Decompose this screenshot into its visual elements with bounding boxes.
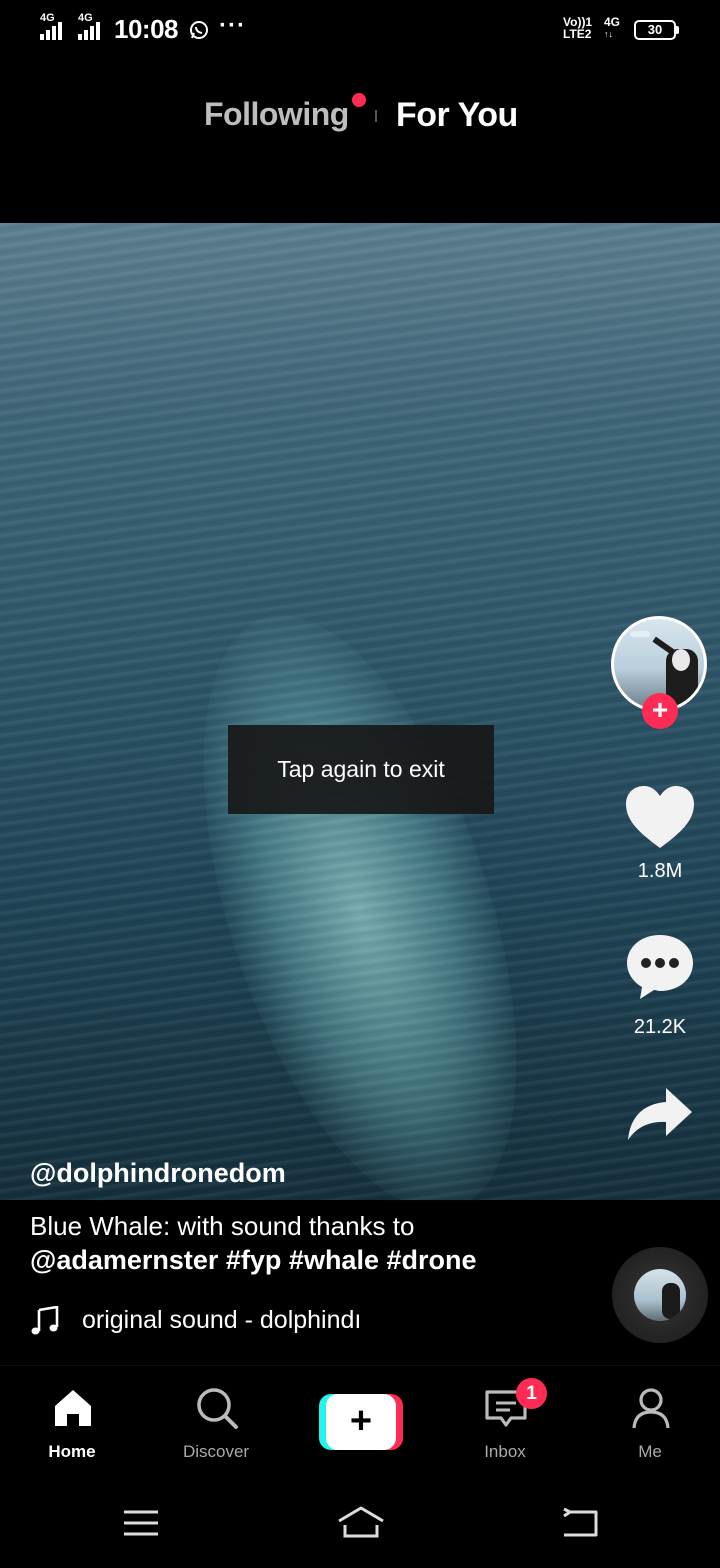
sound-disc[interactable]	[612, 1247, 708, 1343]
nav-me-label: Me	[638, 1442, 662, 1461]
sound-disc-person	[662, 1283, 680, 1319]
signal-icon: 4G	[40, 12, 62, 40]
creator-username[interactable]: @dolphindronedom	[30, 1158, 286, 1189]
nav-discover[interactable]: Discover	[161, 1366, 271, 1478]
nav-inbox-label: Inbox	[484, 1442, 526, 1461]
music-note-icon	[31, 1306, 59, 1335]
follow-button[interactable]: +	[642, 693, 678, 729]
clock: 10:08	[114, 14, 179, 44]
sim2-label: 4G	[78, 12, 93, 24]
tab-following[interactable]: Following	[204, 96, 349, 133]
share-icon[interactable]	[626, 1086, 694, 1144]
home-button-icon[interactable]	[336, 1505, 386, 1539]
network-type: 4G	[604, 15, 621, 29]
nav-home-label: Home	[48, 1442, 96, 1461]
comment-icon[interactable]	[624, 932, 696, 1002]
network-indicator: 4G ↑↓	[604, 16, 620, 40]
tab-for-you[interactable]: For You	[396, 96, 518, 135]
like-count: 1.8M	[637, 860, 683, 882]
video-player[interactable]	[0, 223, 720, 1200]
volte-indicator: Vo))1 LTE2	[563, 16, 592, 40]
caption-text: Blue Whale: with sound thanks to	[30, 1211, 415, 1241]
create-button[interactable]: +	[319, 1394, 403, 1450]
nav-discover-label: Discover	[182, 1442, 250, 1461]
nav-home[interactable]: Home	[17, 1366, 127, 1478]
volte-line2: LTE2	[563, 27, 592, 41]
drone-image	[630, 631, 650, 637]
search-icon	[197, 1388, 238, 1429]
data-arrows: ↑↓	[604, 29, 613, 39]
more-notifications-icon: ···	[219, 12, 246, 39]
tab-divider	[375, 110, 377, 122]
heart-icon[interactable]	[624, 784, 696, 850]
whatsapp-icon	[190, 21, 208, 39]
sound-name[interactable]: original sound - dolphindı	[82, 1306, 392, 1335]
sim1-label: 4G	[40, 12, 55, 24]
plus-icon: +	[349, 1400, 373, 1442]
signal-icon: 4G	[78, 12, 100, 40]
comment-count: 21.2K	[633, 1016, 687, 1038]
toast-message: Tap again to exit	[228, 725, 494, 814]
battery-icon: 30	[634, 20, 676, 40]
nav-me[interactable]: Me	[595, 1366, 705, 1478]
avatar-head	[672, 649, 690, 671]
battery-tip	[676, 26, 679, 34]
caption-tags[interactable]: @adamernster #fyp #whale #drone	[30, 1245, 477, 1276]
home-icon	[55, 1390, 91, 1426]
profile-icon	[632, 1388, 670, 1429]
battery-level: 30	[647, 22, 663, 37]
menu-icon[interactable]	[122, 1509, 160, 1537]
inbox-badge: 1	[516, 1378, 547, 1409]
following-notification-dot	[352, 93, 366, 107]
back-icon[interactable]	[560, 1507, 600, 1539]
status-bar: 4G 4G 10:08 ··· Vo))1 LTE2 4G ↑↓ 30	[0, 0, 720, 58]
system-navigation-bar	[0, 1477, 720, 1568]
sound-disc-cover	[634, 1269, 686, 1321]
ocean-texture	[0, 223, 720, 1200]
